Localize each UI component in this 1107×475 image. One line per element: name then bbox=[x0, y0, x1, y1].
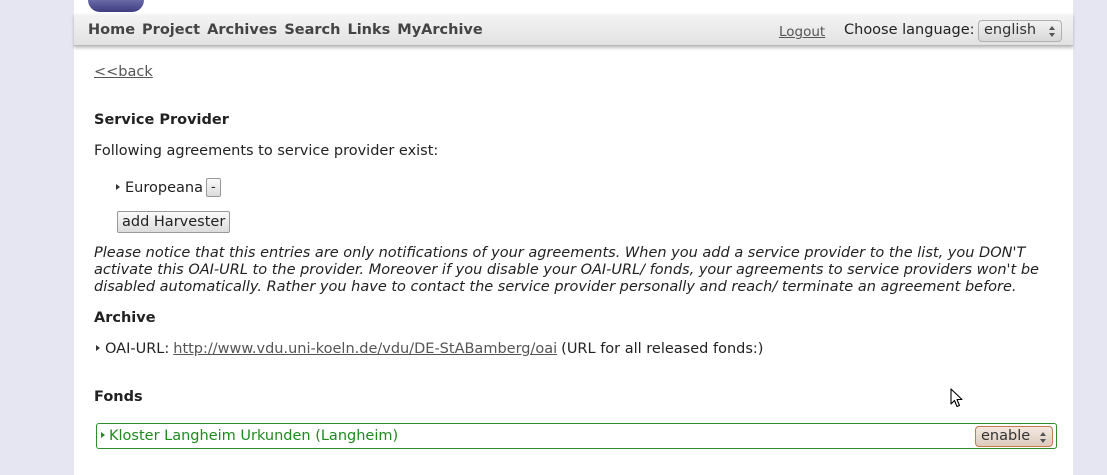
back-link[interactable]: <<back bbox=[94, 64, 153, 80]
bullet-triangle-icon bbox=[96, 345, 100, 351]
page-content bbox=[74, 0, 1073, 475]
service-provider-heading: Service Provider bbox=[94, 112, 229, 128]
agreement-item: Europeana - bbox=[116, 178, 221, 197]
fonds-item: Kloster Langheim Urkunden (Langheim) ena… bbox=[96, 423, 1057, 449]
oai-url-item: OAI-URL: http://www.vdu.uni-koeln.de/vdu… bbox=[96, 341, 763, 357]
nav-myarchive[interactable]: MyArchive bbox=[397, 22, 482, 38]
nav-archives[interactable]: Archives bbox=[207, 22, 277, 38]
bullet-triangle-icon bbox=[116, 183, 120, 190]
oai-url-note: (URL for all released fonds:) bbox=[561, 341, 764, 357]
bullet-triangle-icon bbox=[101, 432, 105, 438]
oai-url-link[interactable]: http://www.vdu.uni-koeln.de/vdu/DE-StABa… bbox=[173, 341, 557, 357]
agreement-name: Europeana bbox=[125, 179, 203, 196]
service-provider-intro: Following agreements to service provider… bbox=[94, 143, 439, 159]
logout-link[interactable]: Logout bbox=[779, 24, 825, 40]
select-arrows-icon bbox=[1040, 430, 1046, 444]
mouse-pointer-icon bbox=[950, 388, 963, 408]
fonds-status-select[interactable]: enable bbox=[975, 426, 1053, 447]
select-arrows-icon bbox=[1049, 24, 1055, 38]
nav-home[interactable]: Home bbox=[88, 22, 135, 38]
fonds-status-value: enable bbox=[981, 428, 1031, 444]
remove-agreement-button[interactable]: - bbox=[205, 178, 221, 197]
language-label: Choose language: bbox=[844, 22, 975, 38]
fonds-name: Kloster Langheim Urkunden (Langheim) bbox=[109, 428, 399, 444]
logo[interactable] bbox=[88, 0, 144, 12]
language-select-value: english bbox=[984, 22, 1037, 38]
agreements-notice: Please notice that this entries are only… bbox=[94, 245, 1039, 295]
add-harvester-button[interactable]: add Harvester bbox=[117, 211, 231, 233]
fonds-item-label[interactable]: Kloster Langheim Urkunden (Langheim) bbox=[101, 428, 398, 444]
language-select[interactable]: english bbox=[978, 20, 1062, 42]
fonds-heading: Fonds bbox=[94, 389, 143, 405]
nav-project[interactable]: Project bbox=[142, 22, 200, 38]
archive-heading: Archive bbox=[94, 310, 156, 326]
nav-search[interactable]: Search bbox=[284, 22, 340, 38]
oai-url-label: OAI-URL: bbox=[105, 341, 170, 357]
top-navigation-bar: Home Project Archives Search Links MyArc… bbox=[74, 14, 1073, 46]
nav-links[interactable]: Links bbox=[347, 22, 390, 38]
main-menu: Home Project Archives Search Links MyArc… bbox=[88, 22, 483, 38]
